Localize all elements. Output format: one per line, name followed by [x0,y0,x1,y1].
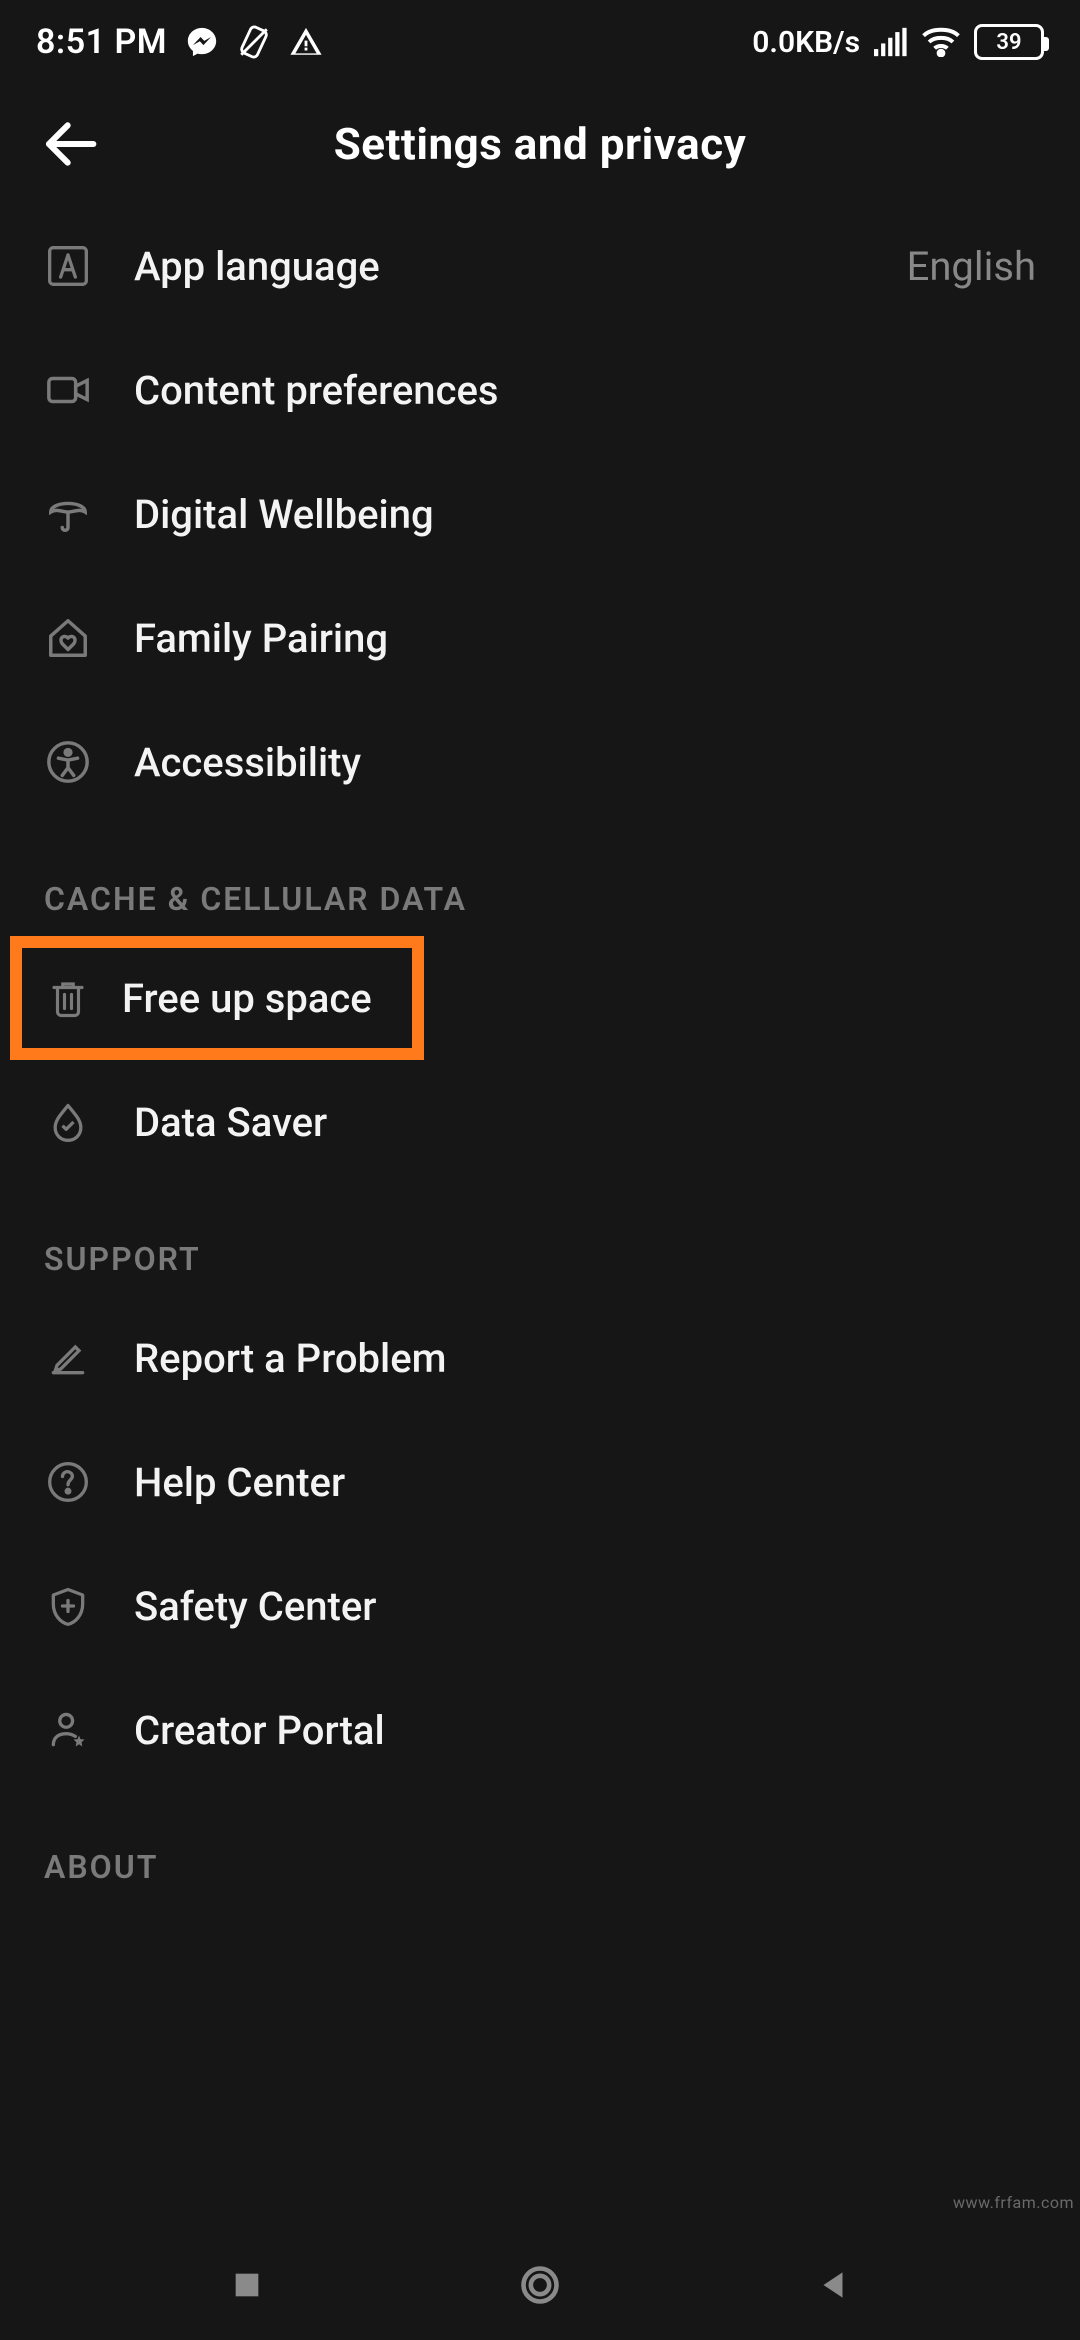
accessibility-icon [44,738,92,786]
phone-mute-icon [237,25,271,59]
row-label: Safety Center [134,1583,1036,1630]
header: Settings and privacy [0,84,1080,204]
row-label: Free up space [122,975,390,1022]
page-title: Settings and privacy [334,118,747,170]
section-cache: CACHE & CELLULAR DATA [0,824,1080,936]
row-label: Family Pairing [134,615,1036,662]
pencil-icon [44,1334,92,1382]
back-nav-button[interactable] [803,2255,863,2315]
row-creator-portal[interactable]: Creator Portal [0,1668,1080,1792]
row-label: Data Saver [134,1099,1036,1146]
section-support: SUPPORT [0,1184,1080,1296]
video-icon [44,366,92,414]
row-label: Creator Portal [134,1707,1036,1754]
row-label: Content preferences [134,367,1036,414]
home-heart-icon [44,614,92,662]
row-report-problem[interactable]: Report a Problem [0,1296,1080,1420]
row-family-pairing[interactable]: Family Pairing [0,576,1080,700]
recents-button[interactable] [217,2255,277,2315]
row-label: Digital Wellbeing [134,491,1036,538]
row-label: App language [134,243,865,290]
row-value: English [907,243,1036,290]
row-safety-center[interactable]: Safety Center [0,1544,1080,1668]
messenger-icon [185,25,219,59]
help-icon [44,1458,92,1506]
highlight-annotation: Free up space [10,936,424,1060]
umbrella-icon [44,490,92,538]
row-app-language[interactable]: App language English [0,204,1080,328]
data-rate: 0.0KB/s [752,25,860,60]
row-help-center[interactable]: Help Center [0,1420,1080,1544]
status-left: 8:51 PM [36,22,323,62]
status-right: 0.0KB/s 39 [752,24,1044,60]
watermark: www.frfam.com [953,2193,1074,2212]
signal-icon [874,27,908,57]
wifi-icon [922,27,960,57]
section-about: ABOUT [0,1792,1080,1904]
drop-icon [44,1098,92,1146]
row-label: Report a Problem [134,1335,1036,1382]
row-data-saver[interactable]: Data Saver [0,1060,1080,1184]
row-accessibility[interactable]: Accessibility [0,700,1080,824]
row-content-preferences[interactable]: Content preferences [0,328,1080,452]
status-bar: 8:51 PM 0.0KB/s 39 [0,0,1080,84]
person-star-icon [44,1706,92,1754]
row-label: Help Center [134,1459,1036,1506]
row-free-up-space[interactable]: Free up space [22,948,412,1048]
trash-icon [44,974,92,1022]
home-button[interactable] [510,2255,570,2315]
row-label: Accessibility [134,739,1036,786]
shield-icon [44,1582,92,1630]
system-nav-bar [0,2230,1080,2340]
language-icon [44,242,92,290]
row-digital-wellbeing[interactable]: Digital Wellbeing [0,452,1080,576]
battery-indicator: 39 [974,24,1044,60]
status-time: 8:51 PM [36,22,167,62]
warning-icon [289,25,323,59]
settings-list: App language English Content preferences… [0,204,1080,2230]
back-button[interactable] [30,104,110,184]
